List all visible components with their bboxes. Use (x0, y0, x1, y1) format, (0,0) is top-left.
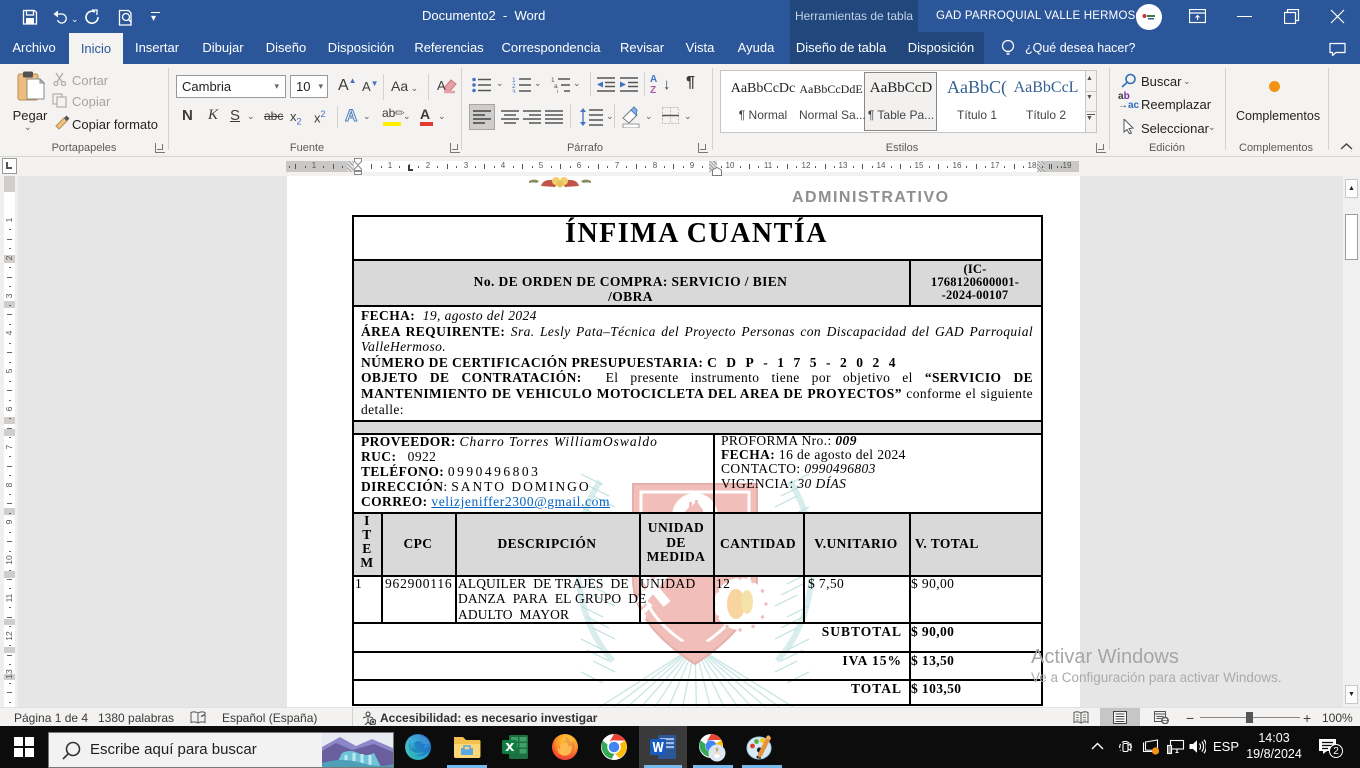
svg-text:3: 3 (512, 89, 516, 93)
svg-text:i: i (557, 89, 558, 93)
